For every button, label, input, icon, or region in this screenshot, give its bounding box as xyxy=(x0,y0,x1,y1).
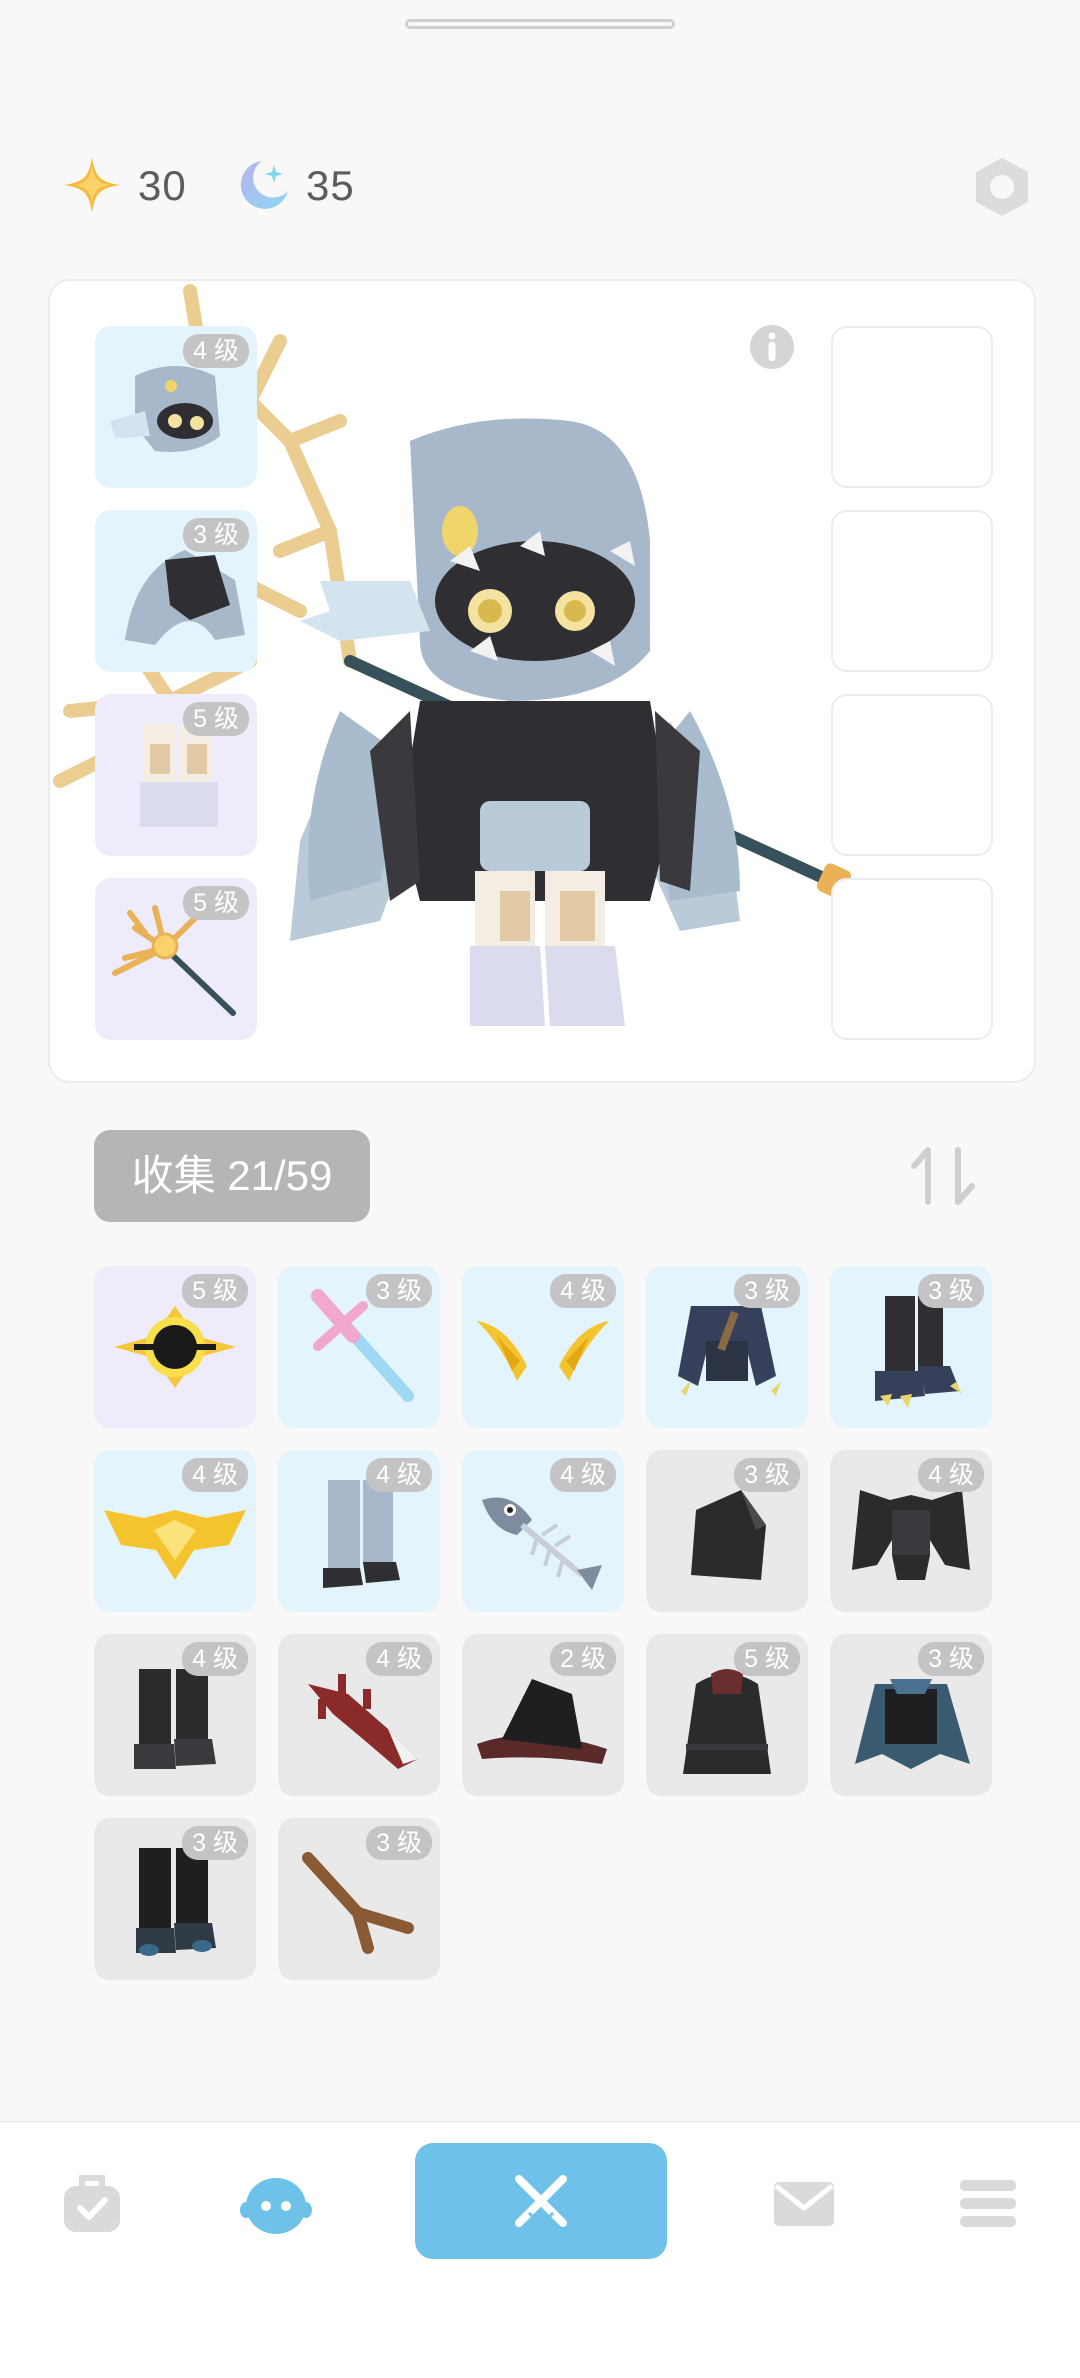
level-badge: 5 级 xyxy=(734,1642,800,1676)
character-panel: 4 级 3 级 5 级 5 级 xyxy=(48,279,1036,1083)
collection-item[interactable]: 5 级 xyxy=(646,1634,808,1796)
level-badge: 4 级 xyxy=(550,1274,616,1308)
character-icon[interactable] xyxy=(240,2168,312,2240)
collection-item[interactable]: 5 级 xyxy=(94,1266,256,1428)
level-badge: 3 级 xyxy=(734,1274,800,1308)
level-badge: 4 级 xyxy=(182,1458,248,1492)
equipped-slot-boots[interactable]: 5 级 xyxy=(95,694,257,856)
level-badge: 4 级 xyxy=(183,334,249,368)
equipped-slot-helmet[interactable]: 4 级 xyxy=(95,326,257,488)
level-badge: 3 级 xyxy=(918,1642,984,1676)
level-badge: 3 级 xyxy=(734,1458,800,1492)
equipped-slot-cape[interactable]: 3 级 xyxy=(95,510,257,672)
empty-slot[interactable] xyxy=(831,326,993,488)
level-badge: 5 级 xyxy=(182,1274,248,1308)
menu-icon[interactable] xyxy=(952,2168,1024,2240)
level-badge: 4 级 xyxy=(366,1642,432,1676)
level-badge: 3 级 xyxy=(918,1274,984,1308)
level-badge: 4 级 xyxy=(366,1458,432,1492)
collection-item[interactable]: 2 级 xyxy=(462,1634,624,1796)
level-badge: 5 级 xyxy=(183,702,249,736)
level-badge: 4 级 xyxy=(918,1458,984,1492)
level-badge: 3 级 xyxy=(182,1826,248,1860)
collection-item[interactable]: 4 级 xyxy=(278,1634,440,1796)
level-badge: 5 级 xyxy=(183,886,249,920)
collection-item[interactable]: 4 级 xyxy=(462,1450,624,1612)
empty-slot[interactable] xyxy=(831,510,993,672)
empty-slot[interactable] xyxy=(831,878,993,1040)
moon-icon xyxy=(240,161,288,209)
bag-icon[interactable] xyxy=(56,2168,128,2240)
collection-item[interactable]: 3 级 xyxy=(94,1818,256,1980)
mail-icon[interactable] xyxy=(768,2168,840,2240)
sort-icon[interactable] xyxy=(908,1144,978,1208)
equipped-slot-staff[interactable]: 5 级 xyxy=(95,878,257,1040)
collection-item[interactable]: 3 级 xyxy=(278,1266,440,1428)
battle-icon[interactable] xyxy=(505,2165,577,2237)
level-badge: 3 级 xyxy=(183,518,249,552)
collection-item[interactable]: 4 级 xyxy=(462,1266,624,1428)
info-icon[interactable] xyxy=(748,323,796,371)
level-badge: 2 级 xyxy=(550,1642,616,1676)
collection-item[interactable]: 3 级 xyxy=(646,1266,808,1428)
drag-handle[interactable] xyxy=(405,19,675,29)
star-count: 30 xyxy=(138,162,187,209)
star-icon xyxy=(64,157,120,213)
level-badge: 4 级 xyxy=(550,1458,616,1492)
collection-item[interactable]: 4 级 xyxy=(830,1450,992,1612)
collection-item[interactable]: 3 级 xyxy=(646,1450,808,1612)
collection-count[interactable]: 收集 21/59 xyxy=(94,1130,370,1222)
level-badge: 4 级 xyxy=(182,1642,248,1676)
collection-item[interactable]: 3 级 xyxy=(830,1266,992,1428)
collection-item[interactable]: 3 级 xyxy=(830,1634,992,1796)
moon-count: 35 xyxy=(306,162,355,209)
collection-item[interactable]: 4 级 xyxy=(278,1450,440,1612)
empty-slot[interactable] xyxy=(831,694,993,856)
level-badge: 3 级 xyxy=(366,1274,432,1308)
level-badge: 3 级 xyxy=(366,1826,432,1860)
settings-hexagon-icon[interactable] xyxy=(972,155,1032,219)
collection-item[interactable]: 3 级 xyxy=(278,1818,440,1980)
collection-item[interactable]: 4 级 xyxy=(94,1450,256,1612)
collection-item[interactable]: 4 级 xyxy=(94,1634,256,1796)
